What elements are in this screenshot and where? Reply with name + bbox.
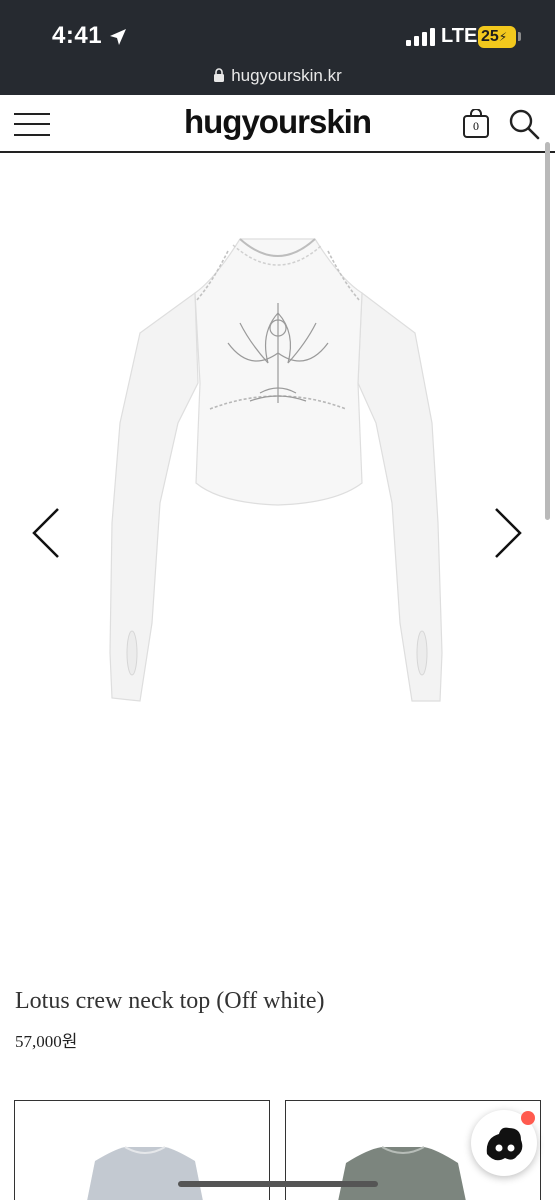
cart-count: 0 [473, 119, 479, 133]
product-title: Lotus crew neck top (Off white) [15, 988, 325, 1014]
next-arrow-icon[interactable] [490, 507, 526, 559]
status-time: 4:41 [52, 22, 103, 49]
product-image [109, 238, 443, 702]
prev-arrow-icon[interactable] [28, 507, 64, 559]
home-indicator[interactable] [178, 1181, 378, 1187]
location-arrow-icon [110, 29, 126, 45]
cart-icon[interactable]: 0 [462, 108, 490, 139]
product-gallery[interactable] [0, 153, 555, 953]
network-label: LTE [441, 25, 478, 47]
status-bar: 4:41 LTE 25⚡ hugyourskin.kr [0, 0, 555, 95]
signal-icon [406, 28, 436, 46]
lock-icon [214, 68, 225, 82]
site-header: hugyourskin 0 [0, 95, 555, 153]
search-icon[interactable] [508, 108, 540, 140]
product-price: 57,000원 [15, 1032, 78, 1051]
url-bar[interactable]: hugyourskin.kr [0, 66, 555, 86]
battery-level: 25 [481, 28, 499, 45]
url-text: hugyourskin.kr [231, 66, 342, 85]
battery-icon: 25⚡ [478, 26, 516, 48]
scrollbar[interactable] [545, 142, 550, 520]
battery-tip [518, 32, 521, 41]
notification-badge [521, 1111, 535, 1125]
